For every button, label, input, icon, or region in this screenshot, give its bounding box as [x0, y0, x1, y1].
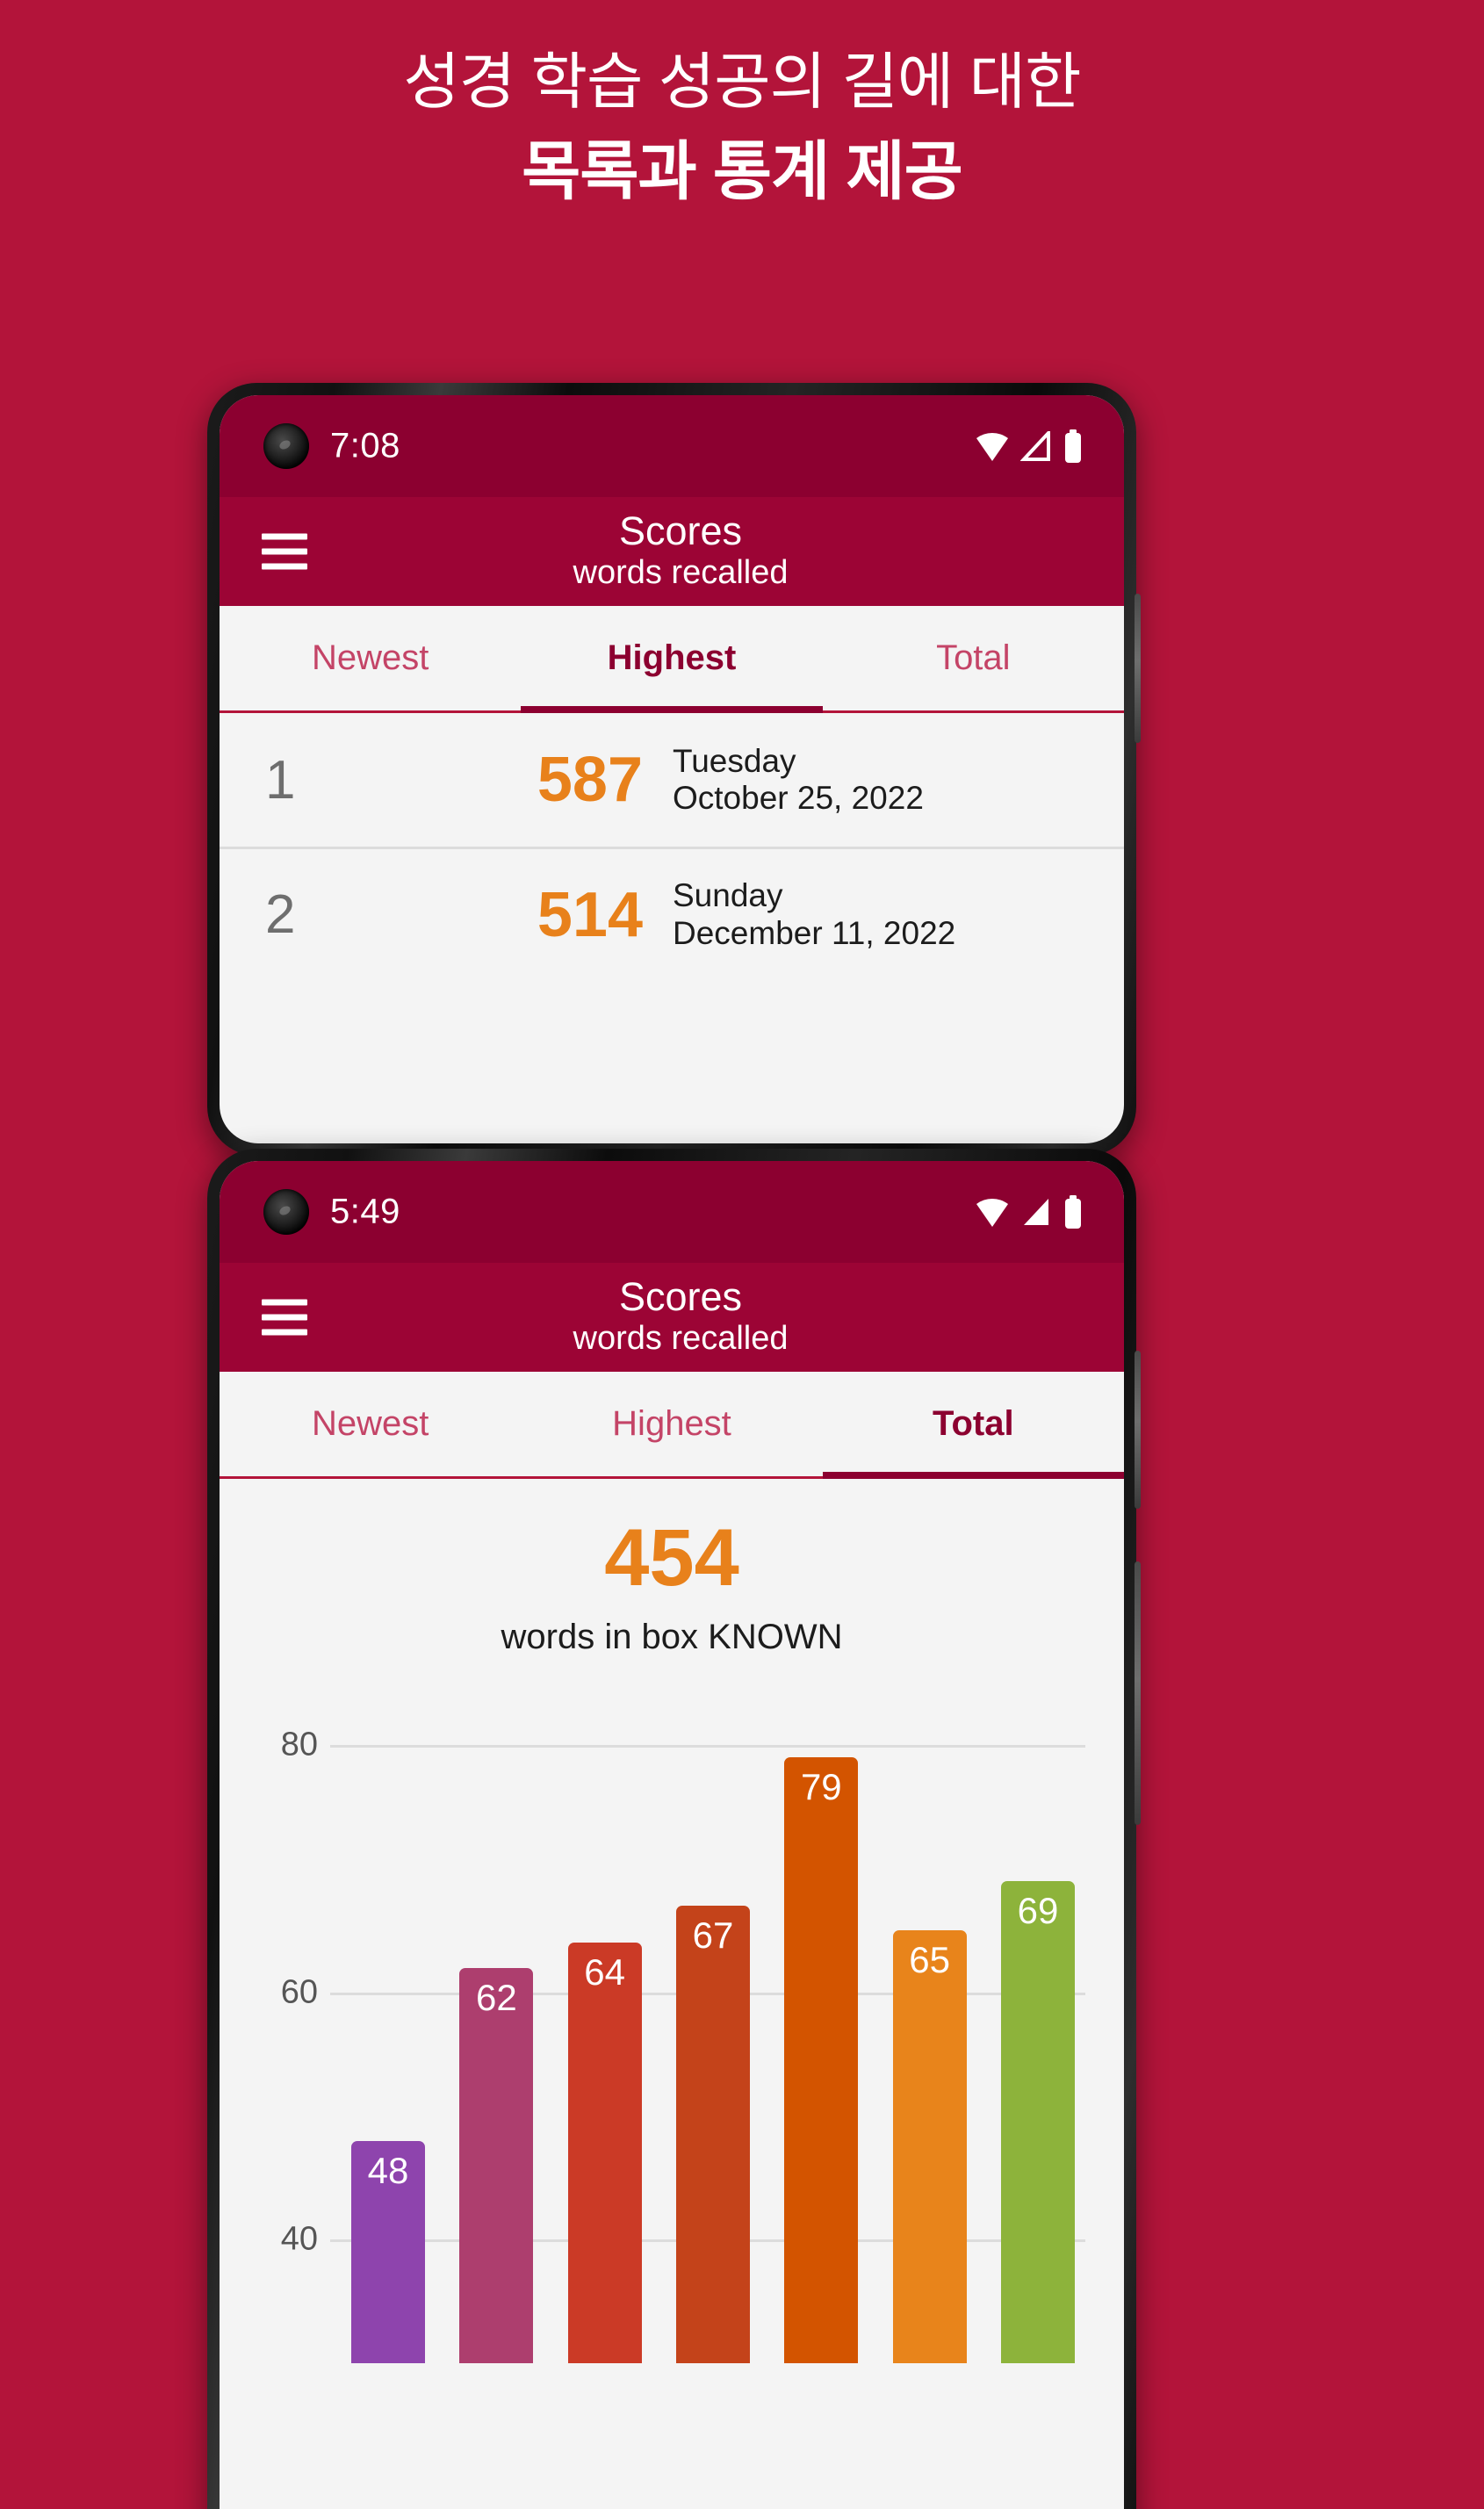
chart-bar-value-label: 62 [475, 1976, 517, 2018]
app-subtitle-bottom: words recalled [573, 1319, 789, 1357]
hamburger-menu-icon[interactable] [262, 1299, 307, 1336]
phone-mockup-bottom: 5:49 Scores words recalled Newest Highes… [207, 1149, 1141, 2509]
hamburger-line [262, 563, 307, 570]
promo-headline: 성경 학습 성공의 길에 대한 목록과 통계 제공 [0, 42, 1484, 214]
battery-icon [1063, 429, 1084, 463]
total-caption: words in box KNOWN [501, 1618, 843, 1656]
app-title-top: Scores [618, 508, 743, 553]
app-bar-titles-bottom: Scores words recalled [220, 1273, 1124, 1359]
hamburger-line [262, 1299, 307, 1306]
total-summary: 454 words in box KNOWN [220, 1479, 1124, 1657]
chart-bar[interactable]: 64 [567, 1943, 642, 2363]
status-time-bottom: 5:49 [330, 1192, 400, 1231]
phone-mockup-top: 7:08 Scores words recalled Newest Highes… [207, 383, 1141, 1156]
signal-icon [1020, 1197, 1052, 1227]
chart-y-tick-label: 60 [280, 1973, 318, 2011]
chart-y-tick-label: 40 [280, 2220, 318, 2258]
app-title-bottom: Scores [618, 1273, 743, 1319]
headline-line-1: 성경 학습 성공의 길에 대한 [403, 47, 1081, 116]
tab-total-bottom[interactable]: Total [822, 1372, 1124, 1479]
tab-bar-bottom: Newest Highest Total [220, 1372, 1124, 1479]
status-bar-top: 7:08 [220, 395, 1124, 497]
signal-icon [1020, 431, 1052, 461]
score-list-top: 1 587 Tuesday October 25, 2022 2 514 Sun… [220, 713, 1124, 980]
hamburger-line [262, 548, 307, 555]
chart-bar-value-label: 69 [1017, 1890, 1059, 1932]
row-weekday: Sunday [673, 877, 783, 914]
phone-side-button-top [1135, 594, 1141, 743]
tab-newest-bottom[interactable]: Newest [220, 1372, 521, 1476]
row-score: 514 [537, 879, 643, 950]
front-camera-icon [263, 1189, 309, 1235]
row-weekday: Tuesday [673, 742, 796, 779]
status-time-top: 7:08 [330, 426, 400, 465]
chart-bar[interactable]: 69 [1000, 1881, 1075, 2363]
chart-bar-value-label: 65 [909, 1939, 950, 1981]
chart-bar[interactable]: 48 [351, 2140, 425, 2363]
tab-total-top[interactable]: Total [823, 606, 1124, 710]
promo-screenshot: 성경 학습 성공의 길에 대한 목록과 통계 제공 7:08 Scores wo… [0, 0, 1484, 2509]
app-bar-titles-top: Scores words recalled [220, 508, 1124, 593]
total-value: 454 [604, 1513, 739, 1603]
battery-icon [1063, 1195, 1084, 1229]
row-rank: 1 [265, 749, 296, 811]
headline-line-2: 목록과 통계 제공 [522, 136, 963, 207]
hamburger-line [262, 1329, 307, 1336]
chart-bar[interactable]: 62 [459, 1967, 534, 2363]
hamburger-menu-icon[interactable] [262, 533, 307, 570]
wifi-icon [975, 431, 1010, 461]
status-bar-bottom: 5:49 [220, 1161, 1124, 1263]
wifi-icon [975, 1197, 1010, 1227]
phone-screen-top: 7:08 Scores words recalled Newest Highes… [220, 395, 1124, 1143]
status-icons-bottom [975, 1195, 1084, 1229]
chart-bar-value-label: 79 [800, 1766, 842, 1808]
chart-bars: 48 62 64 67 79 65 69 [351, 1696, 1075, 2363]
phone-volume-button-bottom [1135, 1561, 1141, 1825]
row-date: Sunday December 11, 2022 [673, 877, 955, 951]
table-row[interactable]: 2 514 Sunday December 11, 2022 [220, 847, 1124, 980]
table-row[interactable]: 1 587 Tuesday October 25, 2022 [220, 713, 1124, 847]
row-fulldate: December 11, 2022 [673, 914, 956, 951]
chart-bar-value-label: 67 [692, 1914, 734, 1957]
front-camera-icon [263, 423, 309, 469]
row-rank: 2 [265, 884, 296, 945]
chart-bar-value-label: 64 [584, 1951, 626, 1994]
hamburger-line [262, 1314, 307, 1321]
phone-screen-bottom: 5:49 Scores words recalled Newest Highes… [220, 1161, 1124, 2509]
status-icons-top [975, 429, 1084, 463]
chart-bar-value-label: 48 [367, 2149, 409, 2191]
app-subtitle-top: words recalled [573, 553, 789, 591]
row-fulldate: October 25, 2022 [673, 780, 924, 816]
hamburger-line [262, 533, 307, 540]
app-bar-top: Scores words recalled [220, 497, 1124, 606]
tab-bar-top: Newest Highest Total [220, 606, 1124, 713]
chart-bar[interactable]: 67 [675, 1906, 750, 2363]
bar-chart: 40 60 80 48 62 64 67 79 65 69 [220, 1696, 1124, 2363]
row-score: 587 [537, 745, 643, 815]
tab-highest-top[interactable]: Highest [521, 606, 823, 713]
chart-bar[interactable]: 79 [784, 1757, 859, 2363]
tab-newest-top[interactable]: Newest [220, 606, 521, 710]
chart-y-tick-label: 80 [280, 1726, 318, 1763]
chart-bar[interactable]: 65 [892, 1930, 967, 2363]
tab-highest-bottom[interactable]: Highest [521, 1372, 822, 1476]
app-bar-bottom: Scores words recalled [220, 1263, 1124, 1372]
row-date: Tuesday October 25, 2022 [673, 743, 924, 817]
phone-side-button-bottom [1135, 1351, 1141, 1509]
